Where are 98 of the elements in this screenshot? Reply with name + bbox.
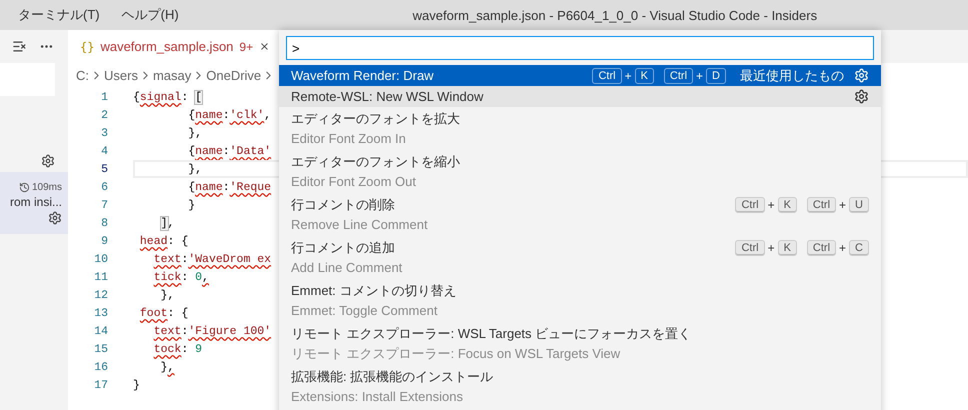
command-label: リモート エクスプローラー: WSL Targets ビューにフォーカスを置く <box>291 324 692 342</box>
line-number: 12 <box>93 288 109 302</box>
line-number: 16 <box>93 360 109 374</box>
command-item[interactable]: Remote-WSL: New WSL Window <box>279 86 881 107</box>
command-item[interactable]: 拡張機能: 拡張機能のインストール Extensions: Install Extensions <box>279 365 881 408</box>
code-line: }, <box>160 360 174 374</box>
command-description: Editor Font Zoom In <box>291 130 407 148</box>
line-number: 2 <box>100 108 109 122</box>
breadcrumb[interactable]: Users <box>104 68 138 83</box>
key-cap: Ctrl <box>735 196 765 212</box>
key-joiner: + <box>768 198 775 212</box>
settings-icon[interactable] <box>41 154 55 168</box>
line-number: 17 <box>93 378 109 392</box>
tab-label: waveform_sample.json <box>100 39 234 54</box>
command-description: Add Line Comment <box>291 259 404 277</box>
command-description: Remove Line Comment <box>291 216 429 234</box>
command-label: 行コメントの削除 <box>291 196 396 214</box>
code-line: {signal: [ <box>133 90 202 104</box>
json-icon: {} <box>80 40 94 54</box>
sidebar-item[interactable]: 109ms rom insi... <box>0 172 68 234</box>
line-number: 8 <box>100 216 109 230</box>
command-item[interactable]: 行コメントの削除 Ctrl + K Ctrl + U Remove Line Comment <box>279 193 881 236</box>
code-line: }, <box>187 126 202 140</box>
code-line: } <box>187 198 196 212</box>
line-number: 14 <box>93 324 109 338</box>
key-cap: Ctrl <box>664 68 694 84</box>
command-item[interactable]: エディターのフォントを拡大 Editor Font Zoom In <box>279 107 881 150</box>
command-description: リモート エクスプローラー: Focus on WSL Targets View <box>291 345 622 363</box>
command-input[interactable]: > <box>286 36 874 60</box>
code-line: text:'Figure 100' <box>152 324 272 338</box>
command-item[interactable]: Waveform Render: Draw Ctrl + K Ctrl + D 最近使用したもの <box>279 65 881 86</box>
item-text: rom insi... <box>10 194 62 208</box>
key-cap: K <box>634 68 654 84</box>
code-line: ], <box>160 216 174 230</box>
command-item[interactable]: 行コメントの追加 Ctrl + K Ctrl + C Add Line Comment <box>279 236 881 279</box>
line-number: 6 <box>100 180 109 194</box>
key-cap: Ctrl <box>806 240 836 256</box>
line-number: 7 <box>100 198 109 212</box>
line-number: 3 <box>100 126 109 140</box>
code-line: {name:'Reque <box>187 180 272 194</box>
menu-item[interactable]: ヘルプ(H) <box>120 6 181 24</box>
key-joiner: + <box>839 198 846 212</box>
code-line: }, <box>160 288 174 302</box>
menu-item[interactable]: ターミナル(T) <box>16 6 102 24</box>
command-label: 行コメントの追加 <box>291 238 396 256</box>
code-line: foot: { <box>138 306 188 320</box>
key-joiner: + <box>768 240 775 254</box>
line-number: 1 <box>100 90 109 104</box>
line-number: 10 <box>93 252 109 266</box>
problem-count: 9+ <box>239 40 254 54</box>
command-description: Editor Font Zoom Out <box>291 173 417 191</box>
code-line: {name:'clk', <box>187 108 272 122</box>
command-label: 拡張機能: 拡張機能のインストール <box>291 368 494 386</box>
key-cap: K <box>778 196 797 212</box>
history-icon <box>18 182 30 192</box>
command-label: Waveform Render: Draw <box>291 68 435 83</box>
key-cap: D <box>706 68 726 84</box>
breadcrumb[interactable]: C: <box>76 68 89 83</box>
command-item[interactable]: エディターのフォントを縮小 Editor Font Zoom Out <box>279 150 881 193</box>
code-line: } <box>133 378 140 392</box>
recent-label: 最近使用したもの <box>740 66 844 84</box>
line-number: 11 <box>93 270 109 284</box>
key-joiner: + <box>839 240 846 254</box>
key-joiner: + <box>696 68 704 82</box>
command-label: エディターのフォントを拡大 <box>291 110 461 128</box>
key-cap: Ctrl <box>592 68 622 84</box>
line-number: 15 <box>93 342 109 356</box>
line-number: 13 <box>93 306 109 320</box>
key-cap: Ctrl <box>806 196 836 212</box>
settings-icon[interactable] <box>48 210 62 224</box>
code-line: tock: 9 <box>152 342 202 356</box>
line-number: 5 <box>100 162 109 176</box>
clear-all-icon[interactable] <box>12 39 27 54</box>
key-cap: Ctrl <box>735 240 765 256</box>
command-description: Extensions: Install Extensions <box>291 388 464 406</box>
settings-icon[interactable] <box>854 89 869 104</box>
window-title: waveform_sample.json - P6604_1_0_0 - Visual Studio Code - Insiders <box>412 8 818 22</box>
code-line: head: { <box>138 234 188 248</box>
command-label: Emmet: コメントの切り替え <box>291 282 458 300</box>
line-number: 9 <box>100 234 109 248</box>
command-label: エディターのフォントを縮小 <box>291 152 461 170</box>
breadcrumb[interactable]: masay <box>152 68 192 83</box>
code-line: {name:'Data' <box>187 144 272 158</box>
command-label: Remote-WSL: New WSL Window <box>291 89 484 104</box>
key-cap: C <box>849 240 869 256</box>
command-item[interactable]: リモート エクスプローラー: WSL Targets ビューにフォーカスを置く リモート エクスプローラー: Focus on WSL Targets View <box>279 322 881 365</box>
editor-tab[interactable]: {} waveform_sample.json 9+ <box>68 30 280 63</box>
key-cap: K <box>778 240 797 256</box>
code-line: tick: 0, <box>152 270 209 284</box>
breadcrumb[interactable]: OneDrive <box>206 68 262 83</box>
command-item[interactable]: Emmet: コメントの切り替え Emmet: Toggle Comment <box>279 279 881 322</box>
key-joiner: + <box>624 68 632 82</box>
code-line: text:'WaveDrom ex <box>152 252 272 266</box>
line-number: 4 <box>100 144 109 158</box>
code-line: }, <box>187 162 202 176</box>
command-description: Emmet: Toggle Comment <box>291 302 438 320</box>
key-cap: U <box>849 196 869 212</box>
timing-label: 109ms <box>18 182 62 192</box>
